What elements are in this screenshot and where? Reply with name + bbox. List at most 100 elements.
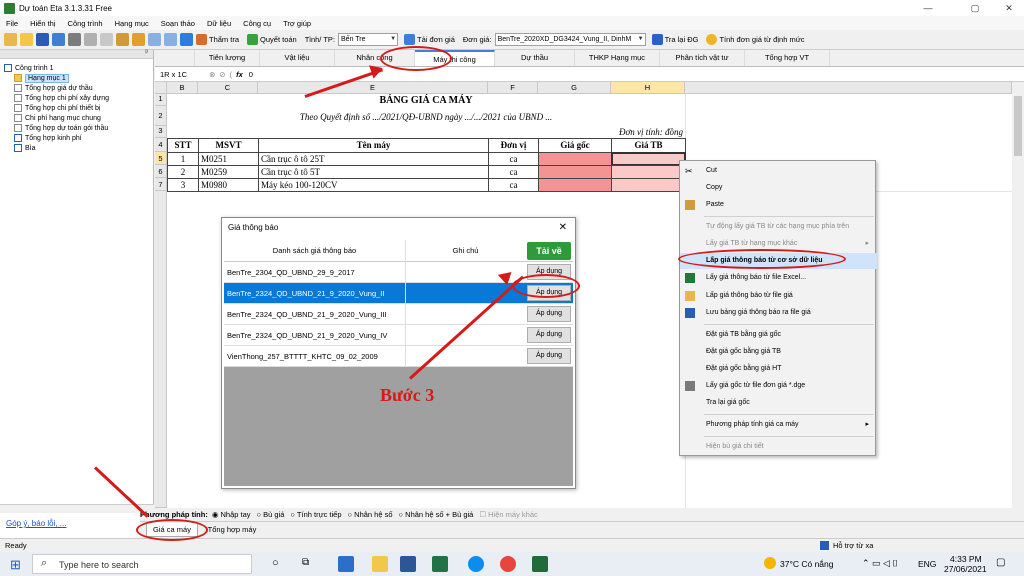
menu-data[interactable]: Dữ liệu: [207, 19, 231, 28]
vertical-scrollbar[interactable]: [1012, 82, 1024, 508]
table-cell-unit[interactable]: ca: [488, 178, 539, 192]
table-cell-msvt[interactable]: M0259: [198, 165, 259, 179]
menu-file[interactable]: File: [6, 19, 18, 28]
table-cell-gia-tb-active[interactable]: [611, 152, 686, 166]
row-header-6[interactable]: 6: [155, 165, 167, 178]
undo-icon[interactable]: [148, 33, 161, 46]
paste-special-icon[interactable]: [132, 33, 145, 46]
fx-icon[interactable]: fx: [236, 70, 243, 79]
row-header-2[interactable]: 2: [155, 106, 167, 126]
eta-app-icon[interactable]: [532, 556, 548, 572]
table-cell-name[interactable]: Cần trục ô tô 25T: [258, 152, 489, 166]
table-cell-msvt[interactable]: M0251: [198, 152, 259, 166]
list-item[interactable]: BenTre_2324_QD_UBND_21_9_2020_Vung_IV Áp …: [224, 325, 573, 346]
hide-other-checkbox[interactable]: ☐ Hiện máy khác: [479, 510, 537, 519]
menu-item-tb-equals-base[interactable]: Đặt giá TB bằng giá gốc: [680, 327, 877, 343]
tree-item-general-cost[interactable]: Chi phí hạng mục chung: [14, 113, 153, 123]
remote-support-link[interactable]: Hỗ trợ từ xa: [833, 541, 873, 550]
table-cell-gia-goc[interactable]: [538, 178, 612, 192]
menu-item-base-equals-ht[interactable]: Đặt giá gốc bằng giá HT: [680, 361, 877, 377]
tree-item-cover[interactable]: Bìa: [14, 143, 153, 153]
list-item[interactable]: VienThong_257_BTTTT_KHTC_09_02_2009 Áp dụ…: [224, 346, 573, 367]
tree-item-hang-muc[interactable]: Hạng mục 1: [14, 73, 153, 83]
table-cell-unit[interactable]: ca: [488, 152, 539, 166]
col-header-h[interactable]: H: [611, 82, 685, 94]
menu-category[interactable]: Hạng mục: [115, 19, 149, 28]
radio-direct[interactable]: ○ Tính trực tiếp: [290, 510, 341, 519]
excel-icon[interactable]: [432, 556, 448, 572]
header-stt[interactable]: STT: [167, 138, 199, 153]
paste-icon[interactable]: [116, 33, 129, 46]
chrome-icon[interactable]: [500, 556, 516, 572]
table-cell-gia-goc[interactable]: [538, 152, 612, 166]
menu-view[interactable]: Hiển thị: [30, 19, 55, 28]
menu-item-lookup-base[interactable]: Tra lại giá gốc: [680, 395, 877, 411]
tab-tien-luong[interactable]: Tiên lượng: [195, 50, 260, 66]
menu-item-cut[interactable]: ✂ Cut: [680, 163, 877, 179]
row-header-4[interactable]: 4: [155, 138, 167, 152]
close-icon[interactable]: ✕: [559, 218, 567, 238]
weather-text[interactable]: 37°C Có nắng: [780, 559, 834, 569]
menu-item-base-from-dge[interactable]: Lấy giá gốc từ file đơn giá *.dge: [680, 378, 877, 394]
menu-item-show-detail[interactable]: Hiện bù giá chi tiết: [680, 439, 877, 455]
download-button[interactable]: Tải về: [527, 242, 571, 260]
panel-hscroll[interactable]: [0, 504, 154, 513]
menu-item-copy[interactable]: Copy: [680, 180, 877, 196]
new-icon[interactable]: [4, 33, 17, 46]
table-cell-name[interactable]: Máy kéo 100-120CV: [258, 178, 489, 192]
table-cell-gia-tb[interactable]: [611, 165, 686, 179]
apply-button[interactable]: Áp dụng: [527, 306, 571, 322]
header-ten-may[interactable]: Tên máy: [258, 138, 489, 153]
tree-item-equipment-cost[interactable]: Tổng hợp chi phí thiết bị: [14, 103, 153, 113]
menu-item-auto-tb[interactable]: Tự động lấy giá TB từ các hạng mục phía …: [680, 219, 877, 235]
maximize-button[interactable]: ▢: [960, 0, 990, 16]
table-cell-stt[interactable]: 1: [167, 152, 199, 166]
col-header-e[interactable]: E: [258, 82, 488, 94]
menu-item-base-equals-tb[interactable]: Đặt giá gốc bằng giá TB: [680, 344, 877, 360]
cortana-icon[interactable]: ○: [272, 557, 279, 569]
menu-item-save-file[interactable]: Lưu bảng giá thông báo ra file giá: [680, 305, 877, 321]
table-cell-gia-tb[interactable]: [611, 178, 686, 192]
tree-item-bid-total[interactable]: Tổng hợp giá dự thầu: [14, 83, 153, 93]
close-button[interactable]: ✕: [994, 0, 1024, 16]
tab-tong-hop-vt[interactable]: Tổng hợp VT: [745, 50, 830, 66]
table-cell-unit[interactable]: ca: [488, 165, 539, 179]
save-icon[interactable]: [36, 33, 49, 46]
lookup-price-button[interactable]: Tra lại ĐG: [651, 34, 698, 45]
folder-icon[interactable]: [372, 556, 388, 572]
tab-tong-hop-may[interactable]: Tổng hợp máy: [202, 523, 262, 537]
formula-input[interactable]: 0: [249, 70, 253, 79]
system-tray-icons[interactable]: ⌃ ▭ ◁ ⌷: [862, 558, 898, 569]
tab-thkp-hang-muc[interactable]: THKP Hạng mục: [575, 50, 660, 66]
menu-project[interactable]: Công trình: [68, 19, 103, 28]
col-header-g[interactable]: G: [538, 82, 611, 94]
open-icon[interactable]: [20, 33, 33, 46]
apply-button[interactable]: Áp dụng: [527, 327, 571, 343]
word-icon[interactable]: [400, 556, 416, 572]
tham-tra-button[interactable]: Thẩm tra: [196, 34, 239, 45]
task-view-icon[interactable]: ⧉: [302, 557, 309, 568]
tab-du-thau[interactable]: Dự thầu: [495, 50, 575, 66]
radio-coefficient[interactable]: ○ Nhân hệ số: [348, 510, 393, 519]
menu-item-from-excel[interactable]: Lấy giá thông báo từ file Excel...: [680, 270, 877, 286]
province-select[interactable]: Bến Tre ▼: [338, 33, 399, 46]
menu-item-paste[interactable]: Paste: [680, 197, 877, 213]
copy-icon[interactable]: [100, 33, 113, 46]
tree-item-package-estimate[interactable]: Tổng hợp dự toán gói thầu: [14, 123, 153, 133]
search-box[interactable]: ⌕ Type here to search: [32, 554, 252, 574]
row-header-5[interactable]: 5: [155, 152, 167, 165]
zalo-icon[interactable]: [468, 556, 484, 572]
tree-item-construction-cost[interactable]: Tổng hợp chi phí xây dựng: [14, 93, 153, 103]
download-price-button[interactable]: Tải đơn giá: [404, 34, 455, 45]
note-cell[interactable]: [405, 283, 525, 304]
row-header-1[interactable]: 1: [155, 94, 167, 106]
cell-reference[interactable]: 1R x 1C: [155, 70, 205, 79]
corner-cell[interactable]: [155, 82, 167, 94]
save-as-icon[interactable]: [52, 33, 65, 46]
col-header-b[interactable]: B: [167, 82, 198, 94]
note-cell[interactable]: [405, 304, 525, 325]
table-cell-stt[interactable]: 2: [167, 165, 199, 179]
tab-vat-lieu[interactable]: Vật liệu: [260, 50, 335, 66]
confirm-icon[interactable]: ⊘: [219, 70, 225, 79]
radio-compensate[interactable]: ○ Bù giá: [257, 510, 285, 519]
